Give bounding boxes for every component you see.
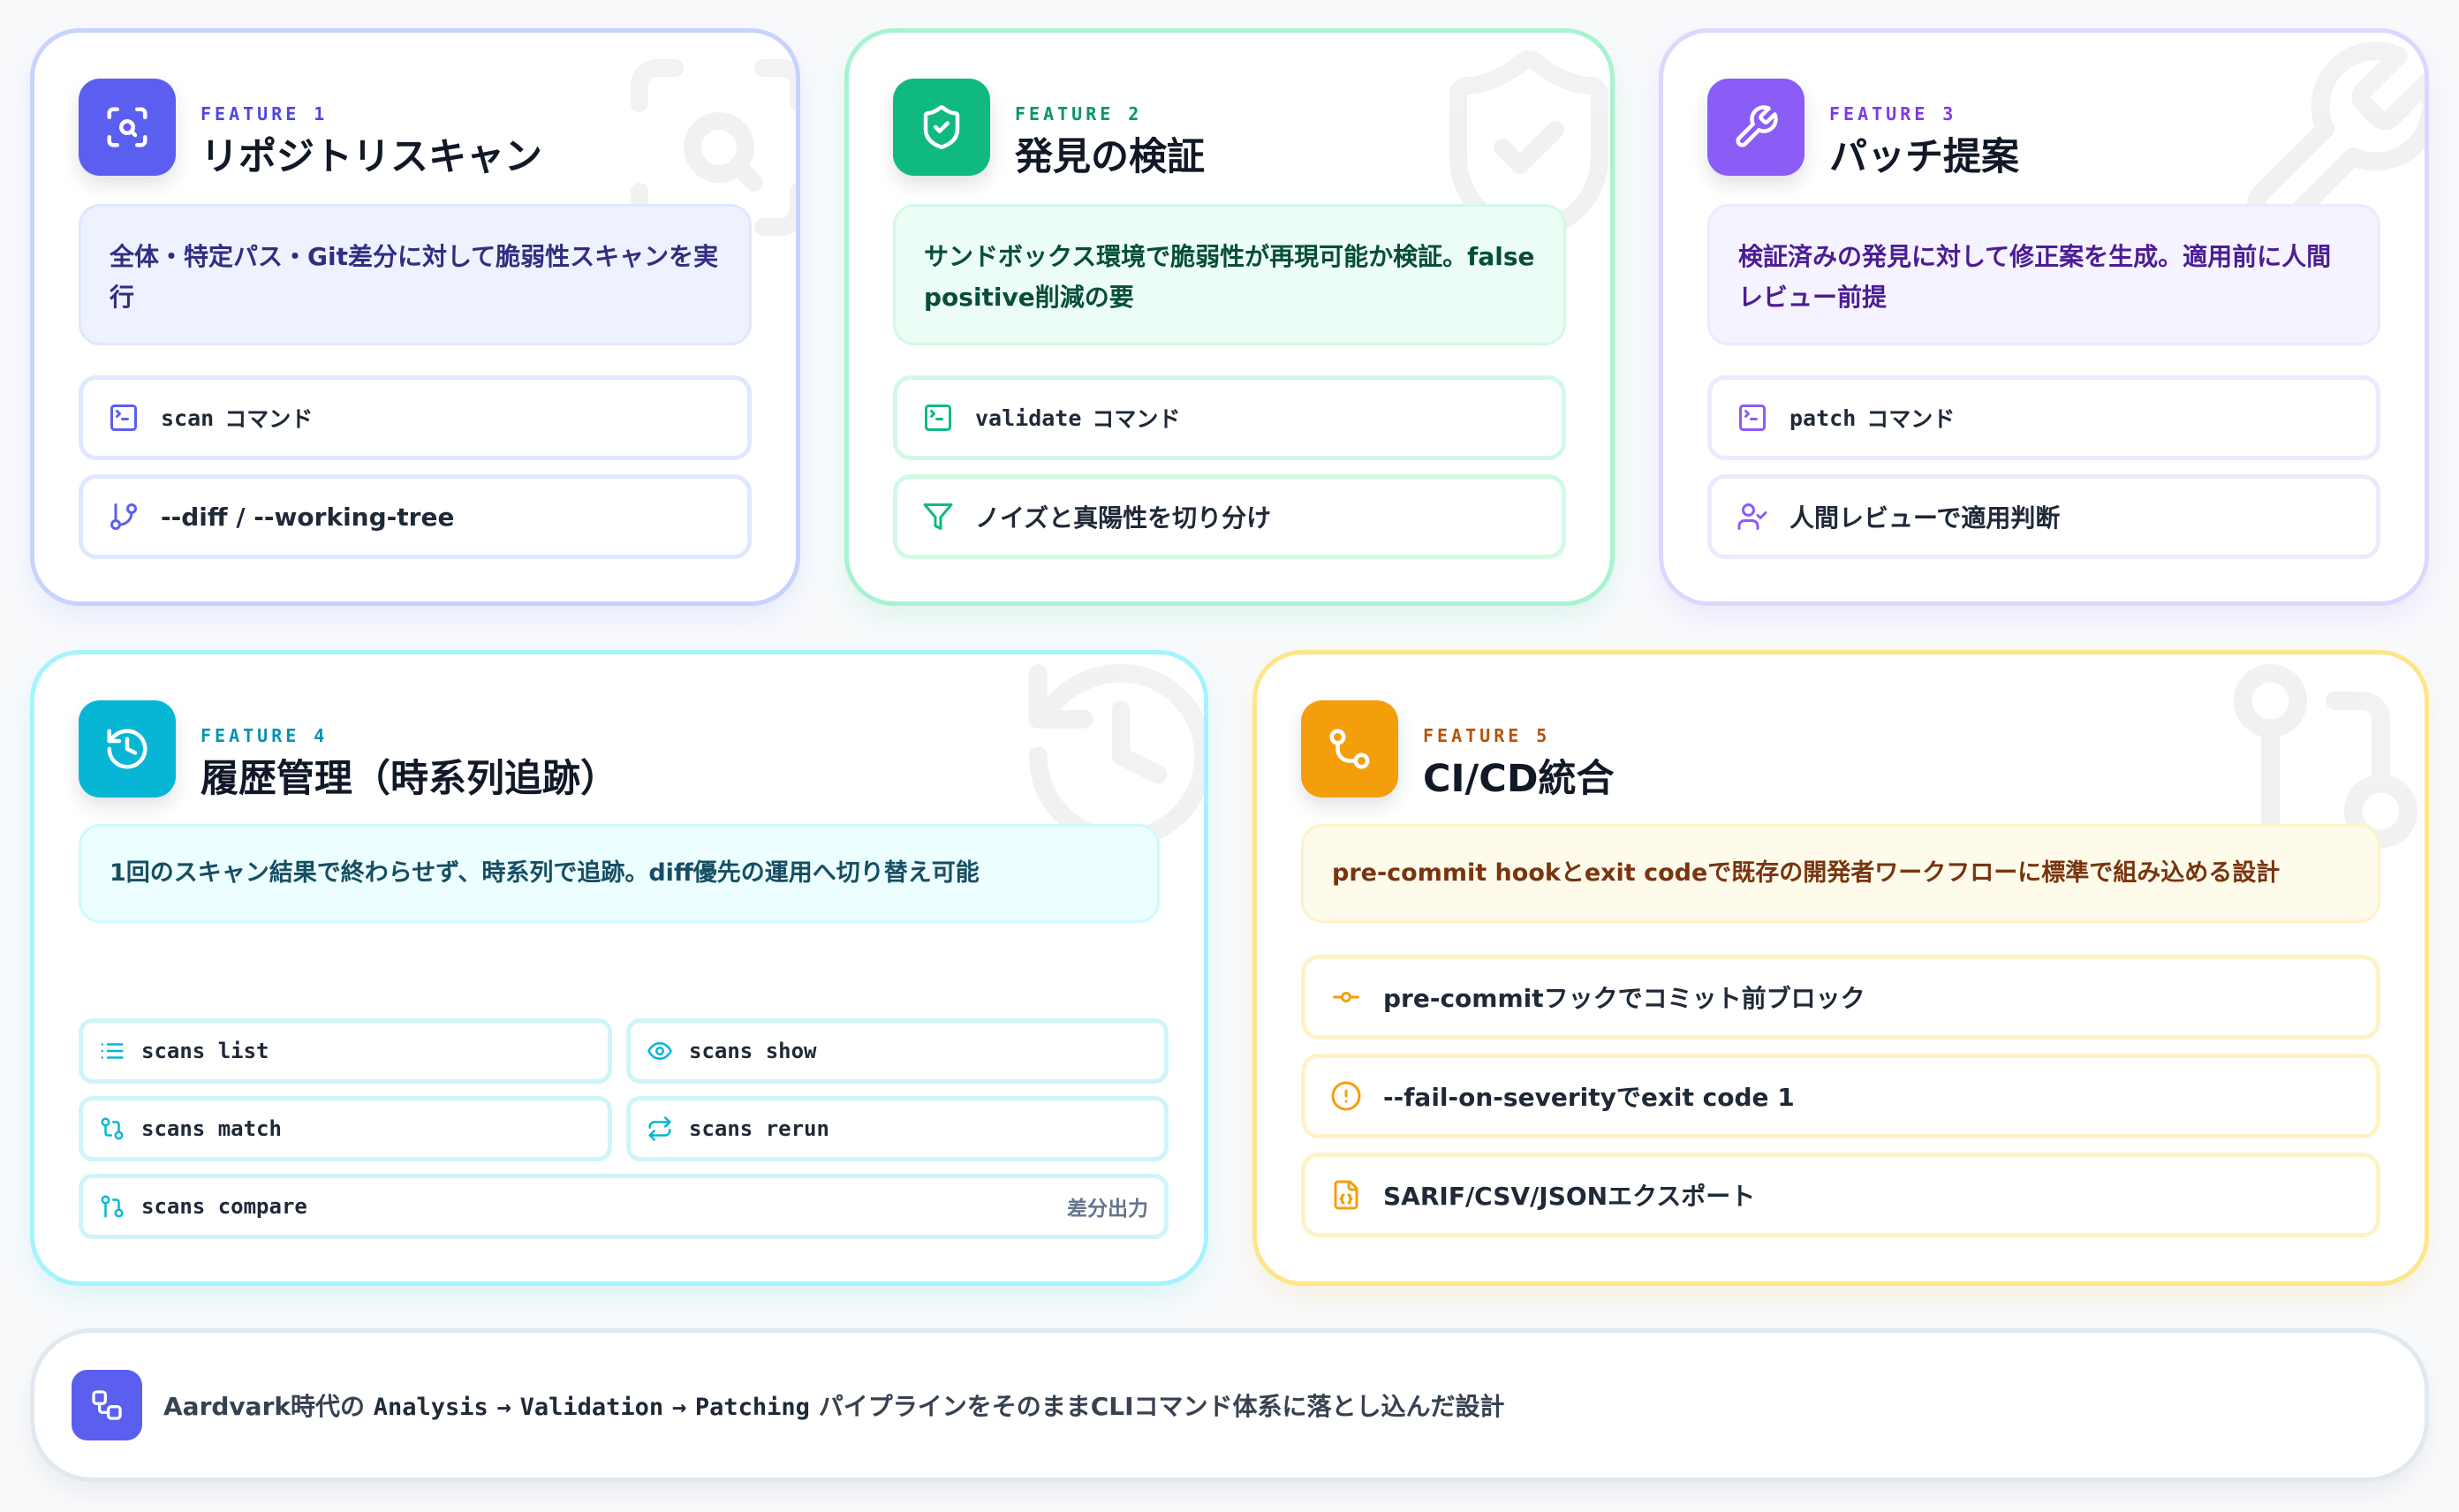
feature-card-validate: FEATURE 2 発見の検証 サンドボックス環境で脆弱性が再現可能か検証。fal…: [844, 28, 1615, 606]
feature-description: 検証済みの発見に対して修正案を生成。適用前に人間レビュー前提: [1707, 204, 2380, 345]
row-label: --diff / --working-tree: [161, 502, 455, 532]
repeat-icon: [648, 1116, 671, 1141]
row-label: 人間レビューで適用判断: [1789, 503, 2061, 533]
feature-eyebrow: FEATURE 3: [1829, 103, 1957, 125]
feature-title: パッチ提案: [1829, 135, 2019, 179]
command-code: scan: [161, 404, 215, 431]
alert-circle-icon: [1331, 1081, 1361, 1111]
git-pull-request-icon: [1301, 700, 1398, 798]
patch-command-row: patch コマンド: [1707, 375, 2380, 460]
row-label: --fail-on-severityでexit code 1: [1383, 1083, 1795, 1112]
feature-description: 1回のスキャン結果で終わらせず、時系列で追跡。diff優先の運用へ切り替え可能: [79, 824, 1160, 923]
git-commit-icon: [1333, 992, 1359, 1002]
feature-eyebrow: FEATURE 1: [201, 103, 329, 125]
scan-search-icon: [79, 79, 176, 176]
feature-title: 履歴管理（時系列追跡）: [201, 757, 618, 801]
feature-title: リポジトリスキャン: [201, 135, 542, 179]
pipeline-summary-text: Aardvark時代の Analysis → Validation → Patc…: [163, 1392, 1505, 1421]
command-suffix: コマンド: [224, 406, 314, 432]
history-icon: [79, 700, 176, 798]
diff-option-row: --diff / --working-tree: [79, 474, 752, 559]
git-compare-icon: [101, 1117, 124, 1140]
git-pull-request-icon: [101, 1195, 124, 1218]
file-json-icon: [1334, 1180, 1358, 1210]
feature-eyebrow: FEATURE 5: [1423, 725, 1551, 746]
shield-check-icon: [893, 79, 990, 176]
row-label: pre-commitフックでコミット前ブロック: [1383, 984, 1865, 1013]
terminal-icon: [110, 404, 137, 431]
feature-title: 発見の検証: [1015, 135, 1205, 179]
row-label: SARIF/CSV/JSONエクスポート: [1383, 1182, 1756, 1211]
fail-on-severity-row: --fail-on-severityでexit code 1: [1301, 1054, 2380, 1138]
feature-card-patch: FEATURE 3 パッチ提案 検証済みの発見に対して修正案を生成。適用前に人間レ…: [1659, 28, 2429, 606]
feature-card-history: FEATURE 4 履歴管理（時系列追跡） 1回のスキャン結果で終わらせず、時系列…: [30, 650, 1208, 1286]
list-icon: [101, 1043, 124, 1059]
scans-compare-command: scans compare 差分出力: [79, 1174, 1169, 1239]
feature-eyebrow: FEATURE 2: [1015, 103, 1143, 125]
command-suffix: コマンド: [1092, 406, 1181, 432]
command-suffix: コマンド: [1866, 406, 1956, 432]
filter-icon: [923, 503, 953, 530]
git-branch-icon: [110, 503, 137, 530]
command-code: patch: [1789, 404, 1857, 431]
row-label: ノイズと真陽性を切り分け: [975, 503, 1272, 533]
command-code: validate: [975, 404, 1082, 431]
human-review-row: 人間レビューで適用判断: [1707, 474, 2380, 559]
terminal-icon: [1739, 404, 1766, 431]
wrench-icon: [1707, 79, 1805, 176]
filter-row: ノイズと真陽性を切り分け: [893, 474, 1566, 559]
scans-show-command: scans show: [626, 1018, 1169, 1084]
export-row: SARIF/CSV/JSONエクスポート: [1301, 1153, 2380, 1237]
diff-output-label: 差分出力: [1067, 1198, 1148, 1221]
scans-list-command: scans list: [79, 1018, 612, 1084]
command-code: scans compare: [141, 1194, 307, 1219]
feature-title: CI/CD統合: [1423, 757, 1615, 801]
scans-match-command: scans match: [79, 1096, 612, 1161]
scan-command-row: scan コマンド: [79, 375, 752, 460]
feature-description: 全体・特定パス・Git差分に対して脆弱性スキャンを実行: [79, 204, 752, 345]
scans-rerun-command: scans rerun: [626, 1096, 1169, 1161]
terminal-icon: [925, 404, 951, 431]
user-check-icon: [1737, 503, 1767, 530]
pre-commit-row: pre-commitフックでコミット前ブロック: [1301, 955, 2380, 1040]
validate-command-row: validate コマンド: [893, 375, 1566, 460]
command-code: scans show: [689, 1039, 817, 1063]
feature-description: pre-commit hookとexit codeで既存の開発者ワークフローに標…: [1301, 824, 2380, 923]
eye-icon: [647, 1042, 672, 1060]
pipeline-summary-banner: Aardvark時代の Analysis → Validation → Patc…: [30, 1328, 2429, 1482]
feature-card-scan: FEATURE 1 リポジトリスキャン 全体・特定パス・Git差分に対して脆弱性ス…: [30, 28, 800, 606]
command-code: scans rerun: [689, 1116, 829, 1141]
workflow-icon: [72, 1370, 142, 1440]
feature-description: サンドボックス環境で脆弱性が再現可能か検証。false positive削減の要: [893, 204, 1566, 345]
command-code: scans match: [141, 1116, 282, 1141]
feature-card-cicd: FEATURE 5 CI/CD統合 pre-commit hookとexit co…: [1252, 650, 2429, 1286]
command-code: scans list: [141, 1039, 269, 1063]
feature-eyebrow: FEATURE 4: [201, 725, 329, 746]
